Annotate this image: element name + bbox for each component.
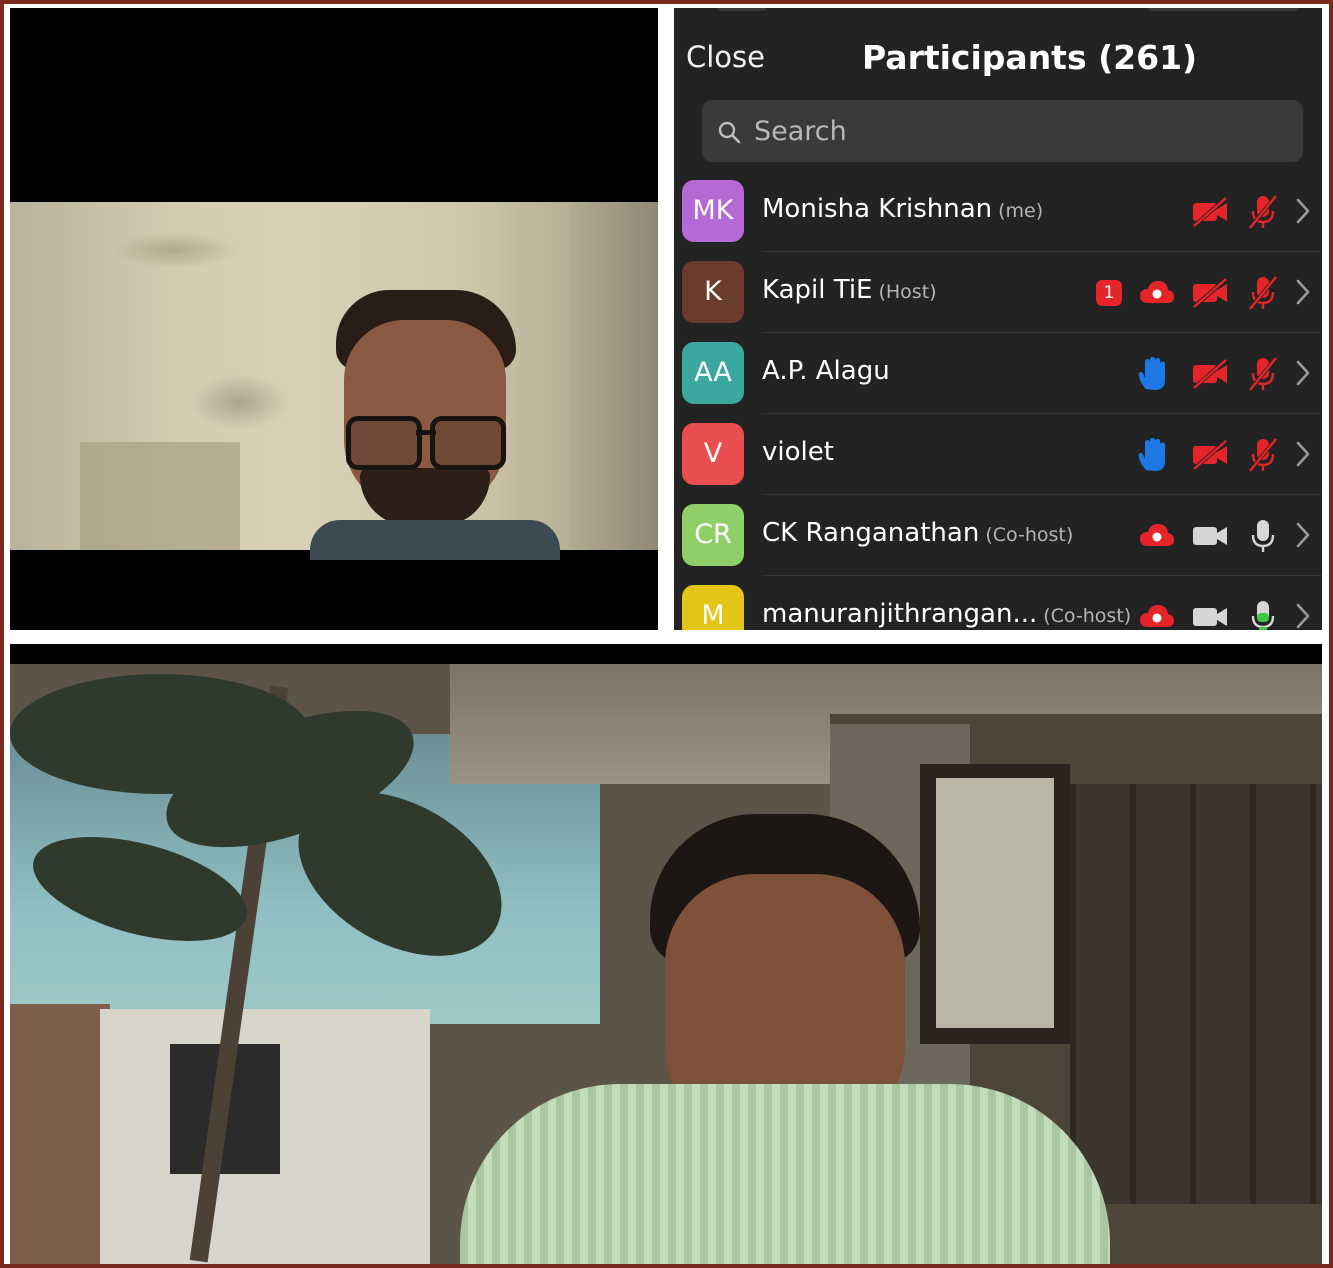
video-tile-participant[interactable]	[10, 8, 658, 630]
participant-row[interactable]: MK Monisha Krishnan (me)	[674, 172, 1322, 252]
participant-row[interactable]: CR CK Ranganathan (Co-host)	[674, 496, 1322, 576]
speaker	[460, 814, 1110, 1264]
status-bar-time	[718, 8, 766, 11]
cloud-recording-icon	[1140, 281, 1174, 303]
participant-name-block: Monisha Krishnan (me)	[762, 194, 1043, 224]
chevron-right-icon[interactable]	[1294, 277, 1312, 307]
avatar: MK	[682, 180, 744, 242]
participant-name-block: violet	[762, 437, 840, 467]
avatar: CR	[682, 504, 744, 566]
participant-name: Monisha Krishnan	[762, 194, 993, 224]
search-icon	[718, 121, 741, 144]
cloud-recording-icon	[1140, 605, 1174, 627]
video-tile-active-speaker[interactable]	[10, 644, 1322, 1264]
mic-muted-icon	[1248, 437, 1278, 473]
avatar: V	[682, 423, 744, 485]
participant-role: (me)	[998, 200, 1044, 222]
video-camera-icon	[1193, 608, 1227, 626]
chevron-right-icon[interactable]	[1294, 439, 1312, 469]
chat-count-badge: 1	[1096, 280, 1122, 306]
participant-name-block: CK Ranganathan (Co-host)	[762, 518, 1073, 548]
raised-hand-icon	[1138, 357, 1165, 390]
participant-video-feed	[310, 290, 560, 560]
participant-row[interactable]: Vviolet	[674, 415, 1322, 495]
participant-role: (Host)	[878, 281, 937, 303]
background-door	[80, 442, 240, 550]
participant-name: violet	[762, 437, 834, 467]
mic-muted-icon	[1248, 356, 1278, 392]
participant-name: Kapil TiE	[762, 275, 873, 305]
mic-muted-icon	[1248, 194, 1278, 230]
status-bar-icons	[1148, 8, 1298, 11]
participant-list: MK Monisha Krishnan (me) K Kapil TiE (Host) 1 A…	[674, 172, 1322, 630]
chevron-right-icon[interactable]	[1294, 196, 1312, 226]
glasses	[346, 416, 506, 470]
participant-role: (Co-host)	[985, 524, 1074, 546]
chevron-right-icon[interactable]	[1294, 358, 1312, 388]
avatar: M	[682, 585, 744, 630]
panel-title: Participants (261)	[862, 38, 1198, 77]
participant-role: (Co-host)	[1043, 605, 1132, 627]
avatar: K	[682, 261, 744, 323]
close-button[interactable]: Close	[686, 40, 765, 74]
mic-icon	[1251, 520, 1275, 552]
chevron-right-icon[interactable]	[1294, 601, 1312, 630]
status-bar	[674, 8, 1322, 18]
participant-row[interactable]: AA A.P. Alagu	[674, 334, 1322, 414]
video-off-icon	[1192, 196, 1228, 228]
cloud-recording-icon	[1140, 524, 1174, 546]
raised-hand-icon	[1138, 438, 1165, 471]
participant-name-block: Kapil TiE (Host)	[762, 275, 937, 305]
participant-name: A.P. Alagu	[762, 356, 890, 386]
mic-muted-icon	[1248, 275, 1278, 311]
speaker-video-feed	[10, 664, 1322, 1264]
video-off-icon	[1192, 439, 1228, 471]
participant-name: CK Ranganathan	[762, 518, 980, 548]
participants-panel: Close Participants (261) MKMonisha Krish…	[674, 8, 1322, 630]
background-wall	[570, 202, 658, 550]
participant-name-block: A.P. Alagu	[762, 356, 896, 386]
avatar: AA	[682, 342, 744, 404]
video-off-icon	[1192, 277, 1228, 309]
search-input[interactable]	[754, 108, 1294, 154]
mic-icon	[1251, 601, 1275, 630]
participant-name: manuranjithrangan...	[762, 599, 1038, 629]
participant-row[interactable]: K Kapil TiE (Host) 1	[674, 253, 1322, 333]
chevron-right-icon[interactable]	[1294, 520, 1312, 550]
video-off-icon	[1192, 358, 1228, 390]
participant-row[interactable]: Mmanuranjithrangan... (Co-host)	[674, 577, 1322, 630]
participant-name-block: manuranjithrangan... (Co-host)	[762, 599, 1131, 629]
video-background	[10, 202, 658, 560]
video-camera-icon	[1193, 527, 1227, 545]
search-bar[interactable]	[702, 100, 1303, 162]
